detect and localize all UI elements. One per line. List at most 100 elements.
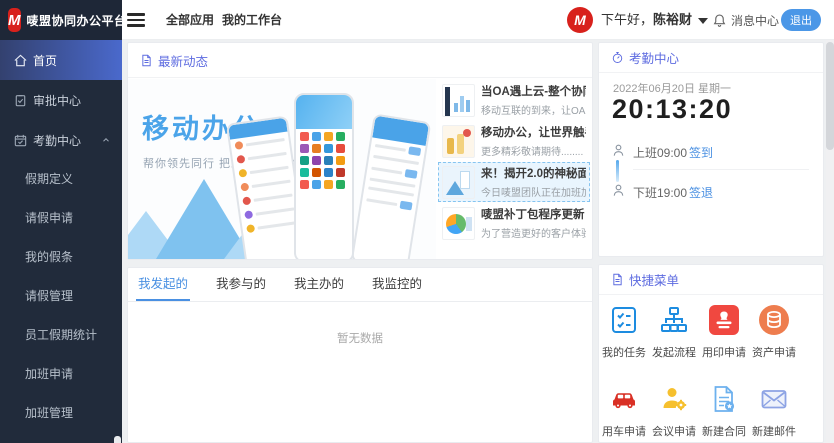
flow-icon xyxy=(659,305,689,335)
attendance-icon xyxy=(13,133,28,148)
user-menu[interactable]: 下午好，陈裕财 xyxy=(601,0,708,40)
quick-label: 用印申请 xyxy=(702,344,746,360)
news-title: 来！揭开2.0的神秘面纱- xyxy=(481,165,586,181)
checkin-link[interactable]: 签到 xyxy=(689,144,713,161)
news-item-selected[interactable]: 来！揭开2.0的神秘面纱- 今日唛盟团队正在加班加点， xyxy=(438,162,590,202)
quick-start-flow[interactable]: 发起流程 xyxy=(649,305,699,360)
latest-news-panel: 最新动态 移动办公 帮你领先同行 把工作带出办公室 xyxy=(127,42,593,260)
news-desc: 今日唛盟团队正在加班加点， xyxy=(481,184,586,199)
top-header: M 唛盟协同办公平台 全部应用 我的工作台 M 下午好，陈裕财 消息中心 退出 xyxy=(0,0,834,40)
nav-my-workbench[interactable]: 我的工作台 xyxy=(222,0,282,40)
message-center[interactable]: 消息中心 xyxy=(712,0,779,40)
quick-label: 新建邮件 xyxy=(752,423,796,439)
meeting-icon xyxy=(659,384,689,414)
empty-state-text: 暂无数据 xyxy=(128,330,592,346)
tab-initiated-by-me[interactable]: 我发起的 xyxy=(136,268,190,301)
sidebar-subitem-holiday-definition[interactable]: 假期定义 xyxy=(0,160,122,199)
phone-mockup-center xyxy=(294,93,354,259)
news-thumbnail xyxy=(442,84,475,117)
sidebar-item-attendance-center[interactable]: 考勤中心 xyxy=(0,120,122,160)
logout-button[interactable]: 退出 xyxy=(781,9,821,31)
sidebar-item-home[interactable]: 首页 xyxy=(0,40,122,80)
quick-label: 新建合同 xyxy=(702,423,746,439)
quick-seal-request[interactable]: 用印申请 xyxy=(699,305,749,360)
news-thumbnail xyxy=(442,125,475,158)
quick-meeting-request[interactable]: 会议申请 xyxy=(649,384,699,439)
document-icon xyxy=(611,273,624,286)
mail-icon xyxy=(759,384,789,414)
news-title: 唛盟补丁包程序更新 xyxy=(481,206,586,222)
home-icon xyxy=(13,53,28,68)
sidebar-subitem-overtime-request[interactable]: 加班申请 xyxy=(0,355,122,394)
car-icon xyxy=(609,384,639,414)
app-logo: M xyxy=(8,8,21,32)
user-name: 陈裕财 xyxy=(653,12,692,27)
person-icon xyxy=(611,143,626,158)
stamp-icon xyxy=(709,305,739,335)
news-desc: 更多精彩敬请期待........ xyxy=(481,143,586,158)
app-title: 唛盟协同办公平台 xyxy=(27,12,127,29)
tab-hosted-by-me[interactable]: 我主办的 xyxy=(292,268,346,301)
news-item[interactable]: 当OA遇上云-整个协同OA移动互联的到来，让OA与云 xyxy=(438,80,590,120)
sidebar-scrollbar[interactable] xyxy=(114,436,121,443)
quick-label: 用车申请 xyxy=(602,423,646,439)
quick-asset-request[interactable]: 资产申请 xyxy=(749,305,799,360)
quick-label: 会议申请 xyxy=(652,423,696,439)
sidebar-subitem-overtime-management[interactable]: 加班管理 xyxy=(0,394,122,433)
quick-my-tasks[interactable]: 我的任务 xyxy=(599,305,649,360)
menu-toggle-icon[interactable] xyxy=(127,13,145,27)
task-list-icon xyxy=(609,305,639,335)
person-icon xyxy=(611,183,626,198)
latest-news-header: 最新动态 xyxy=(128,43,592,78)
phone-mockup-right xyxy=(351,113,432,259)
chevron-up-icon xyxy=(101,135,111,145)
quick-menu-title: 快捷菜单 xyxy=(629,270,679,289)
quick-vehicle-request[interactable]: 用车申请 xyxy=(599,384,649,439)
asset-icon xyxy=(759,305,789,335)
quick-new-contract[interactable]: 新建合同 xyxy=(699,384,749,439)
user-avatar[interactable]: M xyxy=(567,7,593,33)
checkout-label: 下班19:00 xyxy=(633,184,687,201)
greeting-text: 下午好， xyxy=(601,12,653,27)
sidebar-subitem-leave-management[interactable]: 请假管理 xyxy=(0,277,122,316)
checkin-label: 上班09:00 xyxy=(633,144,687,161)
checkout-link[interactable]: 签退 xyxy=(689,184,713,201)
message-center-label: 消息中心 xyxy=(731,12,779,29)
sidebar-item-label: 首页 xyxy=(33,52,57,69)
tasks-panel: 我发起的 我参与的 我主办的 我监控的 暂无数据 xyxy=(127,267,593,443)
news-item[interactable]: 移动办公，让世界触手可更多精彩敬请期待........ xyxy=(438,121,590,161)
quick-menu-header: 快捷菜单 xyxy=(599,265,823,295)
quick-label: 发起流程 xyxy=(652,344,696,360)
quick-new-mail[interactable]: 新建邮件 xyxy=(749,384,799,439)
news-thumbnail xyxy=(442,166,475,199)
tab-monitored-by-me[interactable]: 我监控的 xyxy=(370,268,424,301)
news-title: 当OA遇上云-整个协同OA xyxy=(481,83,586,99)
sidebar-subitem-leave-request[interactable]: 请假申请 xyxy=(0,199,122,238)
sidebar-item-label: 考勤中心 xyxy=(33,132,81,149)
sidebar-item-approval-center[interactable]: 审批中心 xyxy=(0,80,122,120)
nav-all-apps[interactable]: 全部应用 xyxy=(166,0,214,40)
brand: M 唛盟协同办公平台 xyxy=(0,0,122,40)
divider xyxy=(633,169,809,170)
promo-carousel[interactable]: 移动办公 帮你领先同行 把工作带出办公室 xyxy=(128,79,436,259)
attendance-clock: 20:13:20 xyxy=(612,94,732,125)
latest-news-title: 最新动态 xyxy=(158,51,208,70)
news-desc: 为了营造更好的客户体验，唛 xyxy=(481,225,586,240)
tasks-tabbar: 我发起的 我参与的 我主办的 我监控的 xyxy=(128,268,592,302)
sidebar: 首页 审批中心 考勤中心 假期定义 请假申请 我的假条 请假管理 员工假期统计 … xyxy=(0,40,122,443)
quick-label: 资产申请 xyxy=(752,344,796,360)
news-item[interactable]: 唛盟补丁包程序更新为了营造更好的客户体验，唛 xyxy=(438,203,590,243)
sidebar-subitem-employee-holiday-stats[interactable]: 员工假期统计 xyxy=(0,316,122,355)
sidebar-subitem-my-leave-notes[interactable]: 我的假条 xyxy=(0,238,122,277)
attendance-header: 考勤中心 xyxy=(599,43,823,73)
contract-icon xyxy=(709,384,739,414)
sidebar-item-label: 审批中心 xyxy=(33,92,81,109)
timeline-connector xyxy=(616,160,619,182)
quick-menu-grid: 我的任务 发起流程 用印申请 资产申请 用车申请 会议申请 新建合同 新建邮件 xyxy=(599,305,799,439)
page-scrollbar-thumb[interactable] xyxy=(826,42,834,150)
news-title: 移动办公，让世界触手可 xyxy=(481,124,586,140)
checkin-row: 上班09:00 签到 xyxy=(599,141,823,163)
bell-icon xyxy=(712,13,727,28)
tab-participated-by-me[interactable]: 我参与的 xyxy=(214,268,268,301)
checkout-row: 下班19:00 签退 xyxy=(599,181,823,203)
